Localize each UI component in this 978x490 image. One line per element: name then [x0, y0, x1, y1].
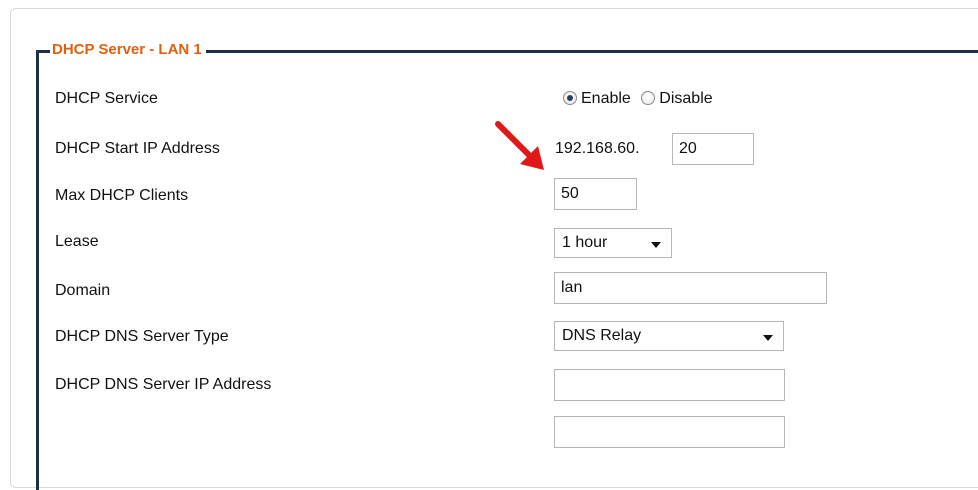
start-ip-input[interactable]: 20: [672, 133, 754, 165]
lease-select-value: 1 hour: [562, 234, 608, 251]
max-clients-label: Max DHCP Clients: [55, 187, 189, 204]
lease-label: Lease: [55, 233, 99, 250]
dns-type-select-value: DNS Relay: [562, 327, 642, 344]
dhcp-service-radios: Enable Disable: [563, 89, 719, 109]
dns-ip-input-1[interactable]: [554, 369, 785, 401]
lease-select[interactable]: 1 hour: [554, 228, 672, 258]
dns-type-select[interactable]: DNS Relay: [554, 321, 784, 351]
enable-radio[interactable]: [563, 91, 577, 105]
disable-radio-label[interactable]: Disable: [659, 90, 712, 107]
dns-type-label: DHCP DNS Server Type: [55, 328, 229, 345]
max-clients-input[interactable]: 50: [554, 178, 637, 210]
chevron-down-icon: [763, 335, 773, 341]
dns-ip-label: DHCP DNS Server IP Address: [55, 376, 272, 393]
start-ip-prefix: 192.168.60.: [555, 140, 640, 157]
chevron-down-icon: [651, 242, 661, 248]
start-ip-label: DHCP Start IP Address: [55, 140, 220, 157]
domain-input[interactable]: lan: [554, 272, 827, 304]
red-arrow-icon: [495, 121, 544, 170]
disable-radio[interactable]: [641, 91, 656, 105]
section-legend: DHCP Server - LAN 1: [50, 40, 206, 60]
dhcp-fieldset-border: [36, 50, 978, 490]
domain-label: Domain: [55, 282, 111, 299]
enable-radio-label[interactable]: Enable: [581, 90, 631, 107]
dhcp-service-label: DHCP Service: [55, 90, 158, 107]
dns-ip-input-2[interactable]: [554, 416, 785, 448]
